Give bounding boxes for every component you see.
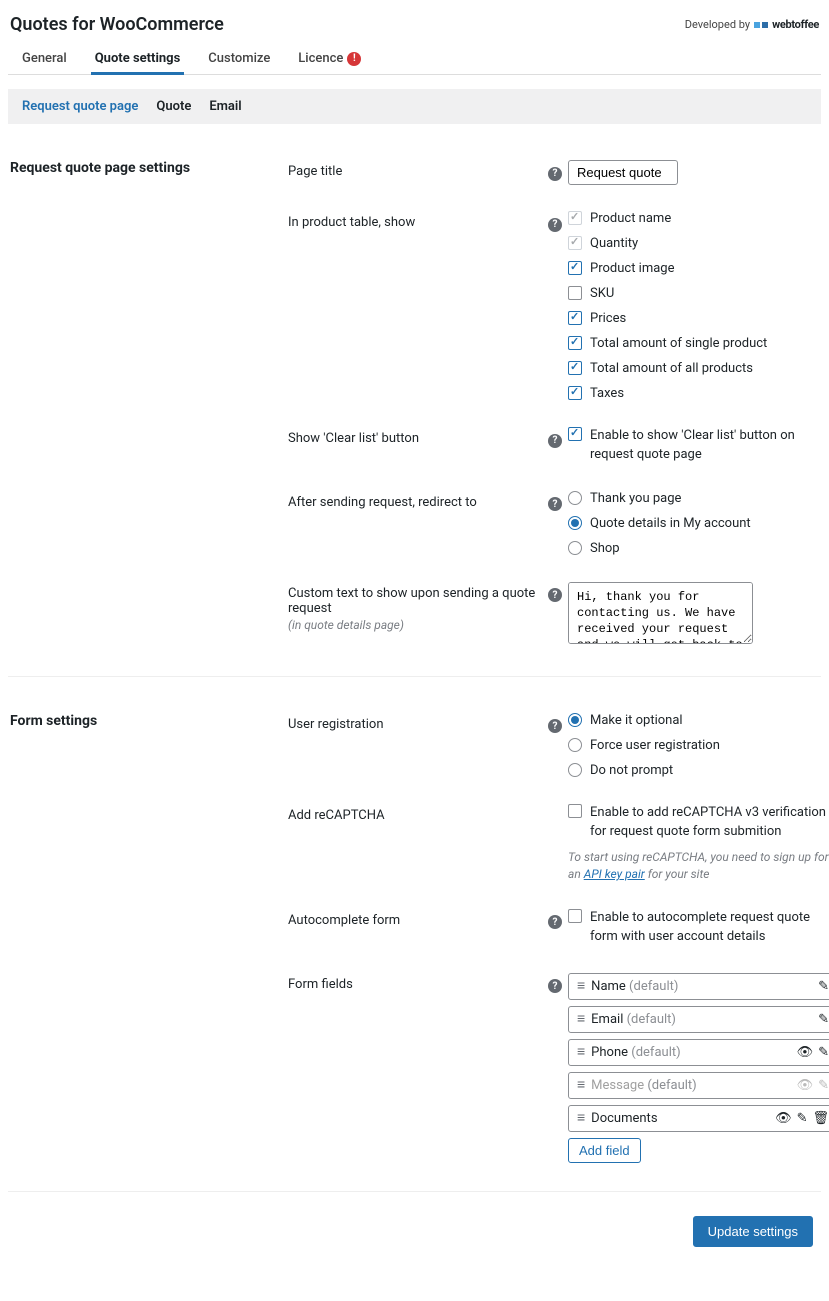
- eye-icon[interactable]: 👁: [797, 1078, 814, 1093]
- edit-icon[interactable]: ✎: [818, 979, 829, 994]
- checkbox-icon: [568, 211, 582, 225]
- help-icon[interactable]: ?: [548, 719, 562, 733]
- label-page-title: Page title: [288, 160, 548, 179]
- label-recaptcha: Add reCAPTCHA: [288, 804, 548, 823]
- add-field-button[interactable]: Add field: [568, 1138, 641, 1163]
- radio-do-not-prompt[interactable]: Do not prompt: [568, 763, 829, 778]
- checkbox-icon: [568, 236, 582, 250]
- form-field-email[interactable]: ≡ Email (default) ✎: [568, 1006, 829, 1033]
- trash-icon[interactable]: 🗑: [812, 1111, 829, 1126]
- edit-icon[interactable]: ✎: [797, 1111, 808, 1126]
- radio-icon: [568, 516, 582, 530]
- autocomplete-checkbox[interactable]: Enable to autocomplete request quote for…: [568, 909, 829, 947]
- tab-customize[interactable]: Customize: [194, 43, 284, 74]
- recaptcha-checkbox[interactable]: Enable to add reCAPTCHA v3 verification …: [568, 804, 829, 842]
- help-icon[interactable]: ?: [548, 497, 562, 511]
- radio-quote-details-in-my-account[interactable]: Quote details in My account: [568, 516, 819, 531]
- drag-handle-icon[interactable]: ≡: [577, 979, 585, 993]
- checkbox-icon: [568, 804, 582, 818]
- checkbox-sku[interactable]: SKU: [568, 286, 819, 301]
- checkbox-icon: [568, 336, 582, 350]
- main-tabs: GeneralQuote settingsCustomizeLicence!: [8, 43, 821, 75]
- tab-licence[interactable]: Licence!: [284, 43, 375, 74]
- clear-list-checkbox[interactable]: Enable to show 'Clear list' button on re…: [568, 427, 819, 465]
- edit-icon[interactable]: ✎: [818, 1012, 829, 1027]
- checkbox-icon: [568, 427, 582, 441]
- edit-icon[interactable]: ✎: [818, 1045, 829, 1060]
- checkbox-icon: [568, 386, 582, 400]
- drag-handle-icon[interactable]: ≡: [577, 1078, 585, 1092]
- radio-icon: [568, 738, 582, 752]
- edit-icon[interactable]: ✎: [818, 1078, 829, 1093]
- radio-make-it-optional[interactable]: Make it optional: [568, 713, 829, 728]
- webtoffee-logo: [754, 22, 768, 28]
- checkbox-icon: [568, 286, 582, 300]
- form-field-phone[interactable]: ≡ Phone (default) 👁 ✎: [568, 1039, 829, 1066]
- help-icon[interactable]: ?: [548, 588, 562, 602]
- radio-icon: [568, 491, 582, 505]
- form-field-label: Email (default): [591, 1012, 812, 1027]
- page-title: Quotes for WooCommerce: [10, 14, 224, 35]
- label-custom-text: Custom text to show upon sending a quote…: [288, 582, 548, 632]
- checkbox-icon: [568, 311, 582, 325]
- form-field-message[interactable]: ≡ Message (default) 👁 ✎: [568, 1072, 829, 1099]
- radio-force-user-registration[interactable]: Force user registration: [568, 738, 829, 753]
- form-field-documents[interactable]: ≡ Documents 👁 ✎ 🗑: [568, 1105, 829, 1132]
- subtab-request-quote-page[interactable]: Request quote page: [22, 99, 138, 114]
- radio-icon: [568, 713, 582, 727]
- form-field-label: Phone (default): [591, 1045, 790, 1060]
- label-user-registration: User registration: [288, 713, 548, 732]
- eye-icon[interactable]: 👁: [775, 1111, 792, 1126]
- checkbox-prices[interactable]: Prices: [568, 311, 819, 326]
- label-autocomplete: Autocomplete form: [288, 909, 548, 928]
- checkbox-icon: [568, 261, 582, 275]
- form-field-name[interactable]: ≡ Name (default) ✎: [568, 973, 829, 1000]
- sub-tabs: Request quote page Quote Email: [8, 89, 821, 124]
- checkbox-total-amount-of-all-products[interactable]: Total amount of all products: [568, 361, 819, 376]
- help-icon[interactable]: ?: [548, 915, 562, 929]
- checkbox-icon: [568, 909, 582, 923]
- developed-by: Developed by webtoffee: [685, 18, 819, 31]
- label-clear-list: Show 'Clear list' button: [288, 427, 548, 446]
- form-field-label: Message (default): [591, 1078, 790, 1093]
- help-icon[interactable]: ?: [548, 979, 562, 993]
- checkbox-product-image[interactable]: Product image: [568, 261, 819, 276]
- drag-handle-icon[interactable]: ≡: [577, 1111, 585, 1125]
- drag-handle-icon[interactable]: ≡: [577, 1012, 585, 1026]
- update-settings-button[interactable]: Update settings: [693, 1216, 813, 1247]
- radio-thank-you-page[interactable]: Thank you page: [568, 491, 819, 506]
- radio-icon: [568, 541, 582, 555]
- drag-handle-icon[interactable]: ≡: [577, 1045, 585, 1059]
- subtab-quote[interactable]: Quote: [156, 99, 191, 114]
- checkbox-product-name: Product name: [568, 211, 819, 226]
- section-heading-form-settings: Form settings: [10, 713, 288, 1163]
- help-icon[interactable]: ?: [548, 218, 562, 232]
- tab-quote-settings[interactable]: Quote settings: [81, 43, 195, 74]
- help-icon[interactable]: ?: [548, 167, 562, 181]
- radio-shop[interactable]: Shop: [568, 541, 819, 556]
- radio-icon: [568, 763, 582, 777]
- custom-text-textarea[interactable]: [568, 582, 753, 644]
- label-redirect: After sending request, redirect to: [288, 491, 548, 510]
- help-icon[interactable]: ?: [548, 434, 562, 448]
- label-product-table: In product table, show: [288, 211, 548, 230]
- form-field-label: Documents: [591, 1111, 769, 1126]
- form-field-label: Name (default): [591, 979, 812, 994]
- checkbox-icon: [568, 361, 582, 375]
- api-key-pair-link[interactable]: API key pair: [584, 867, 645, 881]
- alert-icon: !: [347, 52, 361, 66]
- label-form-fields: Form fields: [288, 973, 548, 992]
- checkbox-total-amount-of-single-product[interactable]: Total amount of single product: [568, 336, 819, 351]
- checkbox-taxes[interactable]: Taxes: [568, 386, 819, 401]
- section-heading-request-quote: Request quote page settings: [10, 160, 288, 648]
- checkbox-quantity: Quantity: [568, 236, 819, 251]
- eye-icon[interactable]: 👁: [797, 1045, 814, 1060]
- recaptcha-note: To start using reCAPTCHA, you need to si…: [568, 849, 829, 883]
- subtab-email[interactable]: Email: [209, 99, 241, 114]
- page-title-input[interactable]: [568, 160, 678, 185]
- tab-general[interactable]: General: [8, 43, 81, 74]
